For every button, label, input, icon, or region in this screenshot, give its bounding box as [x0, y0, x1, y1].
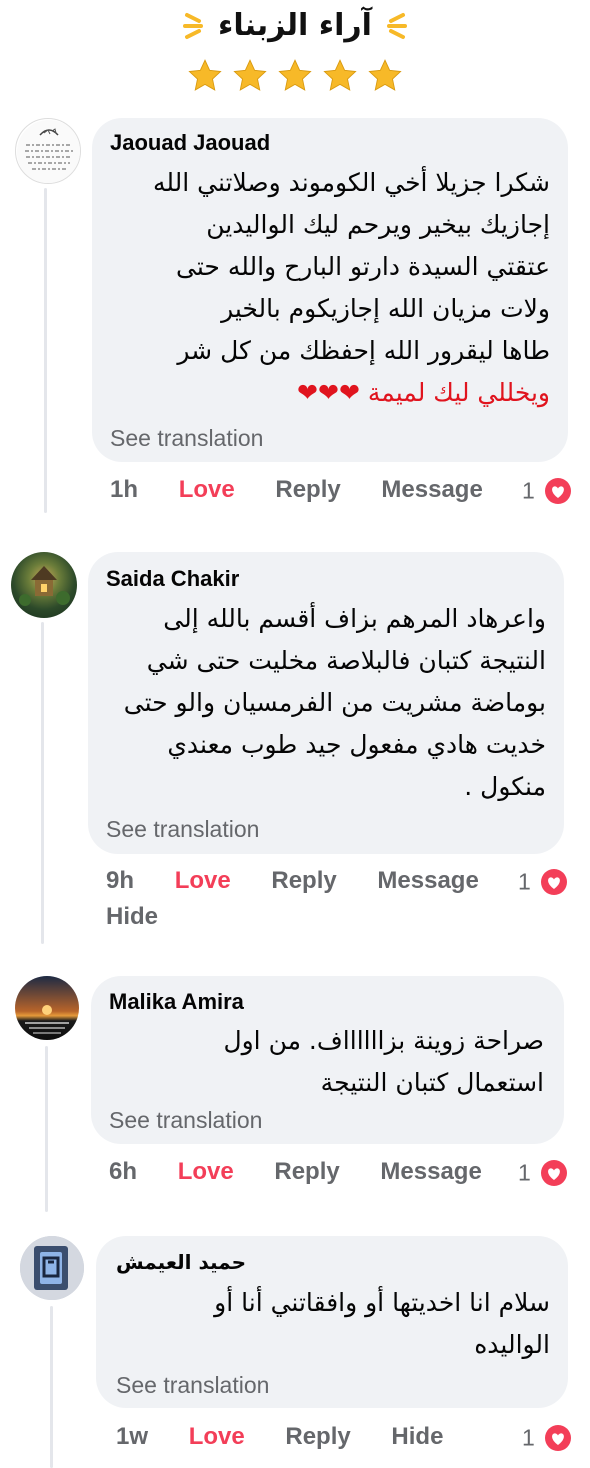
love-button[interactable]: Love — [175, 867, 231, 895]
thread-line — [41, 622, 44, 944]
page-title: آراء الزبناء — [218, 8, 372, 43]
star-icon — [278, 59, 312, 91]
comment-line: إجازيك بيخير ويرحم ليك الواليدين — [206, 210, 550, 239]
heart-reaction-icon — [541, 1159, 568, 1186]
avatar[interactable] — [15, 118, 81, 184]
comment-line: عتقتي السيدة دارتو البارح والله حتى — [176, 252, 550, 281]
love-button[interactable]: Love — [189, 1423, 245, 1451]
sparkle-icon — [387, 12, 408, 39]
comment-author[interactable]: Jaouad Jaouad — [110, 130, 270, 156]
star-rating — [0, 58, 590, 98]
reaction-number: 1 — [522, 1424, 535, 1451]
star-icon — [233, 59, 267, 91]
star-icon — [188, 59, 222, 91]
star-icon — [368, 59, 402, 91]
comment-text: واعرهاد المرهم بزاف أقسم بالله إلى النتي… — [106, 598, 546, 808]
thread-line — [45, 1046, 48, 1212]
reaction-count[interactable]: 1 — [518, 1158, 568, 1186]
comment-author[interactable]: Malika Amira — [109, 989, 244, 1015]
avatar[interactable] — [11, 552, 77, 618]
comment-line: شكرا جزيلا أخي الكوموند وصلاتني الله — [152, 168, 550, 197]
reaction-count[interactable]: 1 — [522, 1423, 572, 1451]
sunset-avatar-image — [25, 1005, 69, 1034]
comment-line: استعمال كتبان النتيجة — [320, 1068, 544, 1097]
sparkle-icon — [182, 12, 203, 39]
comment-line: بوماضة مشريت من الفرمسيان والو حتى — [123, 688, 546, 717]
reaction-count[interactable]: 1 — [522, 476, 572, 504]
heart-reaction-icon — [545, 1424, 572, 1451]
reply-button[interactable]: Reply — [285, 1423, 350, 1451]
message-button[interactable]: Message — [377, 867, 478, 895]
reply-button[interactable]: Reply — [271, 867, 336, 895]
comment-line: الواليده — [474, 1330, 550, 1359]
hide-button[interactable]: Hide — [106, 903, 158, 931]
comment-line: سلام انا اخديتها أو وافقاتني أنا أو — [214, 1288, 550, 1317]
comment-line: خديت هادي مفعول جيد طوب معندي — [167, 730, 546, 759]
comment-actions: 9h Love Reply Message — [106, 867, 513, 895]
hide-button[interactable]: Hide — [391, 1423, 443, 1451]
comment-line: طاها ليقرور الله إحفظك من كل شر — [177, 336, 550, 365]
comment-text: شكرا جزيلا أخي الكوموند وصلاتني الله إجا… — [110, 162, 550, 414]
thread-line — [50, 1306, 53, 1468]
reply-button[interactable]: Reply — [275, 476, 340, 504]
comment-time[interactable]: 9h — [106, 867, 134, 895]
reaction-number: 1 — [522, 477, 535, 504]
heart-reaction-icon — [545, 477, 572, 504]
avatar[interactable] — [20, 1236, 84, 1300]
comment-line: صراحة زوينة بزااااااف. من اول — [223, 1026, 544, 1055]
avatar[interactable] — [15, 976, 79, 1040]
love-button[interactable]: Love — [178, 1158, 234, 1186]
love-button[interactable]: Love — [179, 476, 235, 504]
car-logo-avatar-image — [20, 1236, 84, 1300]
reply-button[interactable]: Reply — [274, 1158, 339, 1186]
comment-time[interactable]: 1w — [116, 1423, 148, 1451]
see-translation-link[interactable]: See translation — [116, 1372, 269, 1399]
title-row: آراء الزبناء — [0, 8, 590, 48]
see-translation-link[interactable]: See translation — [106, 816, 259, 843]
calligraphy-avatar-image — [17, 120, 80, 183]
comment-actions: 6h Love Reply Message — [109, 1158, 516, 1186]
see-translation-link[interactable]: See translation — [109, 1107, 262, 1134]
comment-line: واعرهاد المرهم بزاف أقسم بالله إلى — [163, 604, 546, 633]
fantasy-house-avatar-image — [19, 566, 70, 606]
comment-actions: 1w Love Reply Hide — [116, 1423, 477, 1451]
comment-time[interactable]: 6h — [109, 1158, 137, 1186]
comment-line: ويخللي ليك لميمة ❤❤❤ — [297, 378, 550, 407]
message-button[interactable]: Message — [380, 1158, 481, 1186]
comment-author[interactable]: حميد العيمش — [116, 1250, 246, 1274]
reaction-number: 1 — [518, 1159, 531, 1186]
comment-time[interactable]: 1h — [110, 476, 138, 504]
star-icon — [323, 59, 357, 91]
comment-text: صراحة زوينة بزااااااف. من اول استعمال كت… — [114, 1020, 544, 1104]
comment-text: سلام انا اخديتها أو وافقاتني أنا أو الوا… — [120, 1282, 550, 1366]
reaction-count[interactable]: 1 — [518, 867, 568, 895]
see-translation-link[interactable]: See translation — [110, 425, 263, 452]
comment-actions: 1h Love Reply Message — [110, 476, 517, 504]
thread-line — [44, 188, 47, 513]
comment-line: منكول . — [464, 772, 546, 801]
reaction-number: 1 — [518, 868, 531, 895]
reviews-header: آراء الزبناء — [0, 0, 590, 100]
comment-line: ولات مزيان الله إجازيكوم بالخير — [221, 294, 550, 323]
message-button[interactable]: Message — [381, 476, 482, 504]
comment-line: النتيجة كتبان فالبلاصة مخليت حتى شي — [146, 646, 546, 675]
heart-reaction-icon — [541, 868, 568, 895]
comment-author[interactable]: Saida Chakir — [106, 566, 239, 592]
